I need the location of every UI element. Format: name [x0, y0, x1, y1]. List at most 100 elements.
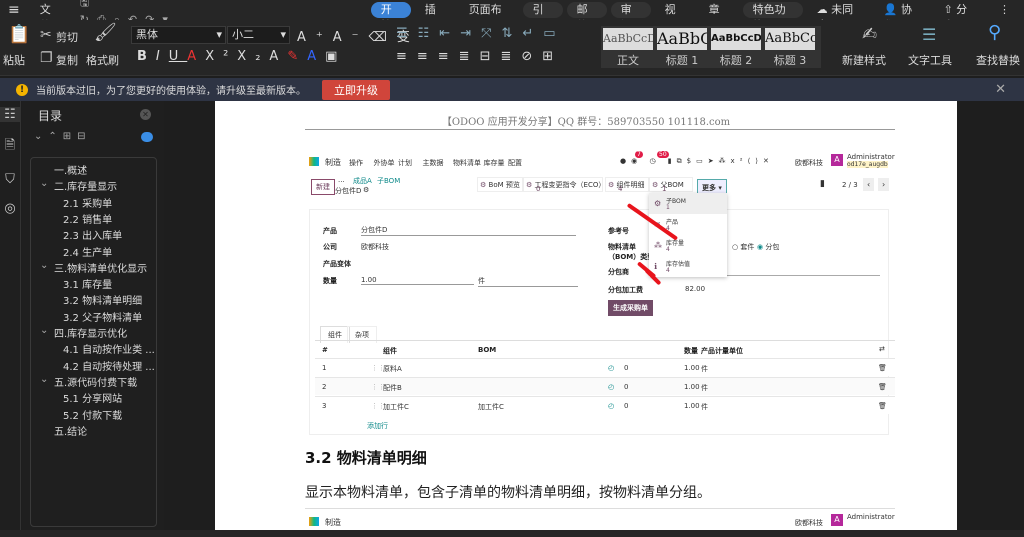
breadcrumb-ellipsis[interactable]: ...: [338, 176, 345, 184]
tab-insert[interactable]: 插入: [415, 2, 455, 32]
format-icons[interactable]: BIUAX²X₂A✎A▣: [137, 49, 346, 64]
breadcrumb-current[interactable]: 子BOM: [377, 176, 400, 186]
create-po-button[interactable]: 生成采购单: [608, 300, 653, 316]
toc-item[interactable]: 一.概述: [54, 162, 87, 177]
bookmark-icon[interactable]: ⛉: [0, 172, 20, 187]
find-replace-button[interactable]: 查找替换: [976, 52, 1020, 68]
toc-item[interactable]: 2.1 采购单: [63, 195, 112, 210]
chevron-down-icon[interactable]: ⌄: [40, 178, 48, 189]
new-style-icon[interactable]: ✍: [862, 26, 877, 44]
add-line-link[interactable]: 添加行: [367, 421, 388, 431]
style-h1[interactable]: AaBbC: [657, 28, 707, 50]
row-component[interactable]: 配件B: [383, 383, 402, 393]
subcontract-radio[interactable]: ◉ 分包: [757, 242, 779, 252]
style-h2[interactable]: AaBbCcDd: [711, 28, 761, 50]
toc-item[interactable]: 2.3 出入库单: [63, 227, 122, 242]
tab-section[interactable]: 章节: [699, 2, 739, 32]
uom-field[interactable]: 件: [478, 276, 578, 287]
nav-menu-item[interactable]: 计划: [398, 158, 412, 168]
text-tools-button[interactable]: 文字工具: [908, 52, 952, 68]
close-toc-icon[interactable]: ✕: [140, 109, 151, 120]
chevron-down-icon[interactable]: ⌄: [40, 374, 48, 385]
toc-item[interactable]: 5.2 付款下载: [63, 407, 122, 422]
more-icon[interactable]: ⋮: [989, 2, 1020, 18]
row-qty[interactable]: 1.00: [684, 402, 700, 410]
dropdown-item[interactable]: ℹ 库存估值 4: [649, 256, 727, 277]
nav-menu-item[interactable]: 主数据: [423, 158, 444, 168]
row-bom[interactable]: 加工件C: [478, 402, 504, 412]
toc-item[interactable]: 4.1 自动按作业类 ...: [63, 341, 155, 356]
chevron-down-icon[interactable]: ⌄: [40, 260, 48, 271]
list-icons[interactable]: ☰☷⇤⇥⤧⇅↵▭: [396, 26, 566, 41]
dropdown-item[interactable]: ⚙ 子BOM 1: [649, 193, 727, 214]
format-painter-button[interactable]: 格式刷: [86, 52, 119, 68]
table-row[interactable]: 3 ⋮⋮ 加工件C 加工件C ◴ 0 1.00 件 🗑: [315, 396, 895, 414]
prev-icon[interactable]: ‹: [863, 178, 875, 191]
dropdown-item[interactable]: ⁂ 库存量 4: [649, 235, 727, 256]
collab-button[interactable]: 👤 协作: [874, 2, 930, 32]
toc-item[interactable]: 3.2 物料清单明细: [63, 292, 142, 307]
company-switcher[interactable]: 欧都科技: [795, 158, 823, 168]
chevron-down-icon[interactable]: ⌄: [40, 325, 48, 336]
tab-features[interactable]: 特色功能: [742, 2, 803, 32]
nav-menu-item[interactable]: 库存量: [484, 158, 505, 168]
row-uom[interactable]: 件: [701, 402, 708, 412]
new-style-button[interactable]: 新建样式: [842, 52, 886, 68]
align-icons[interactable]: ≡≡≡≣⊟≣⊘⊞: [396, 49, 563, 64]
tab-mail[interactable]: 邮件: [566, 2, 607, 32]
toc-item[interactable]: 五.结论: [54, 423, 87, 438]
toc-item[interactable]: 3.1 库存量: [63, 276, 112, 291]
upgrade-button[interactable]: 立即升级: [322, 79, 390, 100]
systray-icons[interactable]: ●◉ ◷ ▮⧉$▭➤⁂x²⟨⟩✕: [620, 157, 774, 166]
app-name[interactable]: 制造: [325, 157, 341, 168]
menu-file[interactable]: 文件: [30, 2, 70, 32]
search-icon[interactable]: ⚲: [988, 24, 1001, 42]
row-qty[interactable]: 1.00: [684, 383, 700, 391]
forecast-icon[interactable]: ◴: [608, 402, 614, 410]
toc-item[interactable]: 4.2 自动按待处理 ...: [63, 358, 155, 373]
row-uom[interactable]: 件: [701, 383, 708, 393]
nav-menu-item[interactable]: 外协单: [374, 158, 395, 168]
smart-button[interactable]: ⚙ 父BOM 1: [649, 177, 693, 193]
product-field[interactable]: 分包件D: [361, 225, 576, 236]
tab-review[interactable]: 审阅: [610, 2, 651, 32]
smart-button[interactable]: ⚙ BoM 预览: [477, 177, 523, 192]
toc-item[interactable]: 四.库存显示优化: [54, 325, 127, 340]
breadcrumb-parent[interactable]: 成品A: [353, 176, 372, 186]
brush-icon[interactable]: 🖌: [94, 24, 117, 42]
tab-layout[interactable]: 页面布局: [459, 2, 519, 32]
nav-menu-item[interactable]: 操作: [349, 158, 363, 168]
table-row[interactable]: 1 ⋮⋮ 原料A ◴ 0 1.00 件 🗑: [315, 358, 895, 376]
forecast-icon[interactable]: ◴: [608, 383, 614, 391]
row-component[interactable]: 原料A: [383, 364, 402, 374]
paste-icon[interactable]: 📋: [8, 26, 30, 44]
toc-icon[interactable]: ☷: [0, 107, 20, 122]
scissors-icon[interactable]: ✂: [40, 28, 52, 42]
toc-item[interactable]: 2.4 生产单: [63, 244, 112, 259]
company-field[interactable]: 欧都科技: [361, 242, 389, 252]
nav-menu-item[interactable]: 物料清单: [453, 158, 481, 168]
gear-icon[interactable]: ⚙: [363, 186, 369, 194]
text-tools-icon[interactable]: ☰: [922, 27, 936, 43]
forecast-icon[interactable]: ◴: [608, 364, 614, 372]
toc-item[interactable]: 2.2 销售单: [63, 211, 112, 226]
trash-icon[interactable]: 🗑: [878, 402, 887, 410]
cut-button[interactable]: 剪切: [56, 29, 78, 45]
page-icon[interactable]: 🗎: [0, 136, 20, 158]
new-button[interactable]: 新建: [311, 179, 335, 195]
row-component[interactable]: 加工件C: [383, 402, 409, 412]
ai-icon[interactable]: [141, 132, 153, 142]
user-name[interactable]: Administrator: [847, 153, 895, 161]
user-avatar[interactable]: A: [831, 154, 843, 166]
trash-icon[interactable]: 🗑: [878, 364, 887, 372]
tab-home[interactable]: 开始: [370, 2, 411, 32]
nav-menu-item[interactable]: 配置: [508, 158, 522, 168]
share-button[interactable]: ⇧ 分享: [933, 2, 985, 32]
copy-icon[interactable]: ❐: [40, 51, 53, 65]
qty-field[interactable]: 1.00: [361, 276, 474, 285]
row-uom[interactable]: 件: [701, 364, 708, 374]
column-settings-icon[interactable]: ⇄: [879, 345, 885, 353]
tab-view[interactable]: 视图: [655, 2, 695, 32]
close-icon[interactable]: ✕: [995, 82, 1006, 97]
toc-item[interactable]: 3.2 父子物料清单: [63, 309, 142, 324]
